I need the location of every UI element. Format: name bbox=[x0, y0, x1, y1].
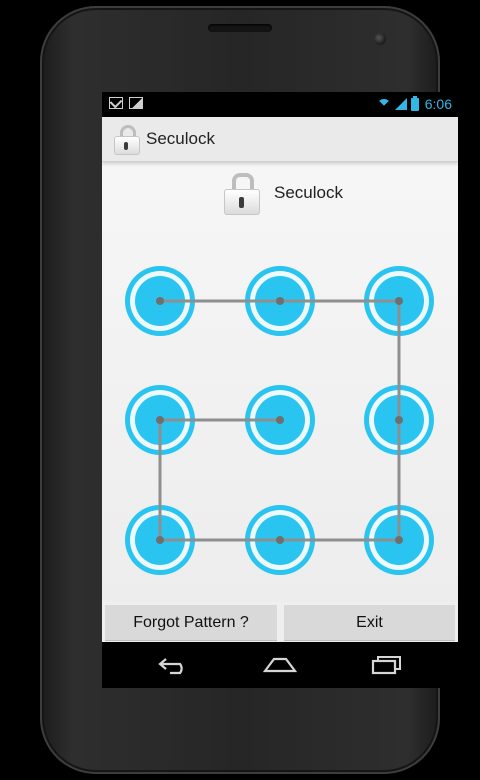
battery-icon bbox=[410, 95, 419, 111]
wifi-icon bbox=[376, 97, 391, 111]
status-time: 6:06 bbox=[424, 96, 452, 112]
pattern-node-marker bbox=[395, 536, 403, 544]
home-icon[interactable] bbox=[262, 655, 298, 675]
pattern-node-marker bbox=[395, 416, 403, 424]
unlock-pattern-grid[interactable] bbox=[102, 117, 458, 642]
forgot-pattern-button[interactable]: Forgot Pattern ? bbox=[105, 605, 277, 641]
recent-apps-icon[interactable] bbox=[368, 655, 404, 675]
image-icon bbox=[129, 97, 143, 109]
signal-icon bbox=[394, 98, 407, 110]
navigation-bar bbox=[102, 642, 458, 688]
front-camera bbox=[374, 33, 386, 45]
pattern-node-marker bbox=[276, 416, 284, 424]
phone-frame: 6:06 Seculock Seculock Forgot Pattern ? … bbox=[40, 6, 458, 774]
app-content: Seculock Seculock Forgot Pattern ? Exit bbox=[102, 117, 458, 642]
pattern-node-marker bbox=[156, 416, 164, 424]
button-bar: Forgot Pattern ? Exit bbox=[102, 602, 458, 642]
pattern-node-marker bbox=[395, 297, 403, 305]
pattern-node-marker bbox=[156, 536, 164, 544]
pattern-node-marker bbox=[276, 297, 284, 305]
back-icon[interactable] bbox=[156, 655, 192, 675]
screen: 6:06 Seculock Seculock Forgot Pattern ? … bbox=[102, 92, 458, 688]
pattern-node-marker bbox=[276, 536, 284, 544]
exit-button[interactable]: Exit bbox=[284, 605, 455, 641]
pattern-node-marker bbox=[156, 297, 164, 305]
status-bar: 6:06 bbox=[102, 92, 458, 117]
gmail-icon bbox=[109, 97, 123, 109]
speaker-grille bbox=[208, 24, 272, 32]
